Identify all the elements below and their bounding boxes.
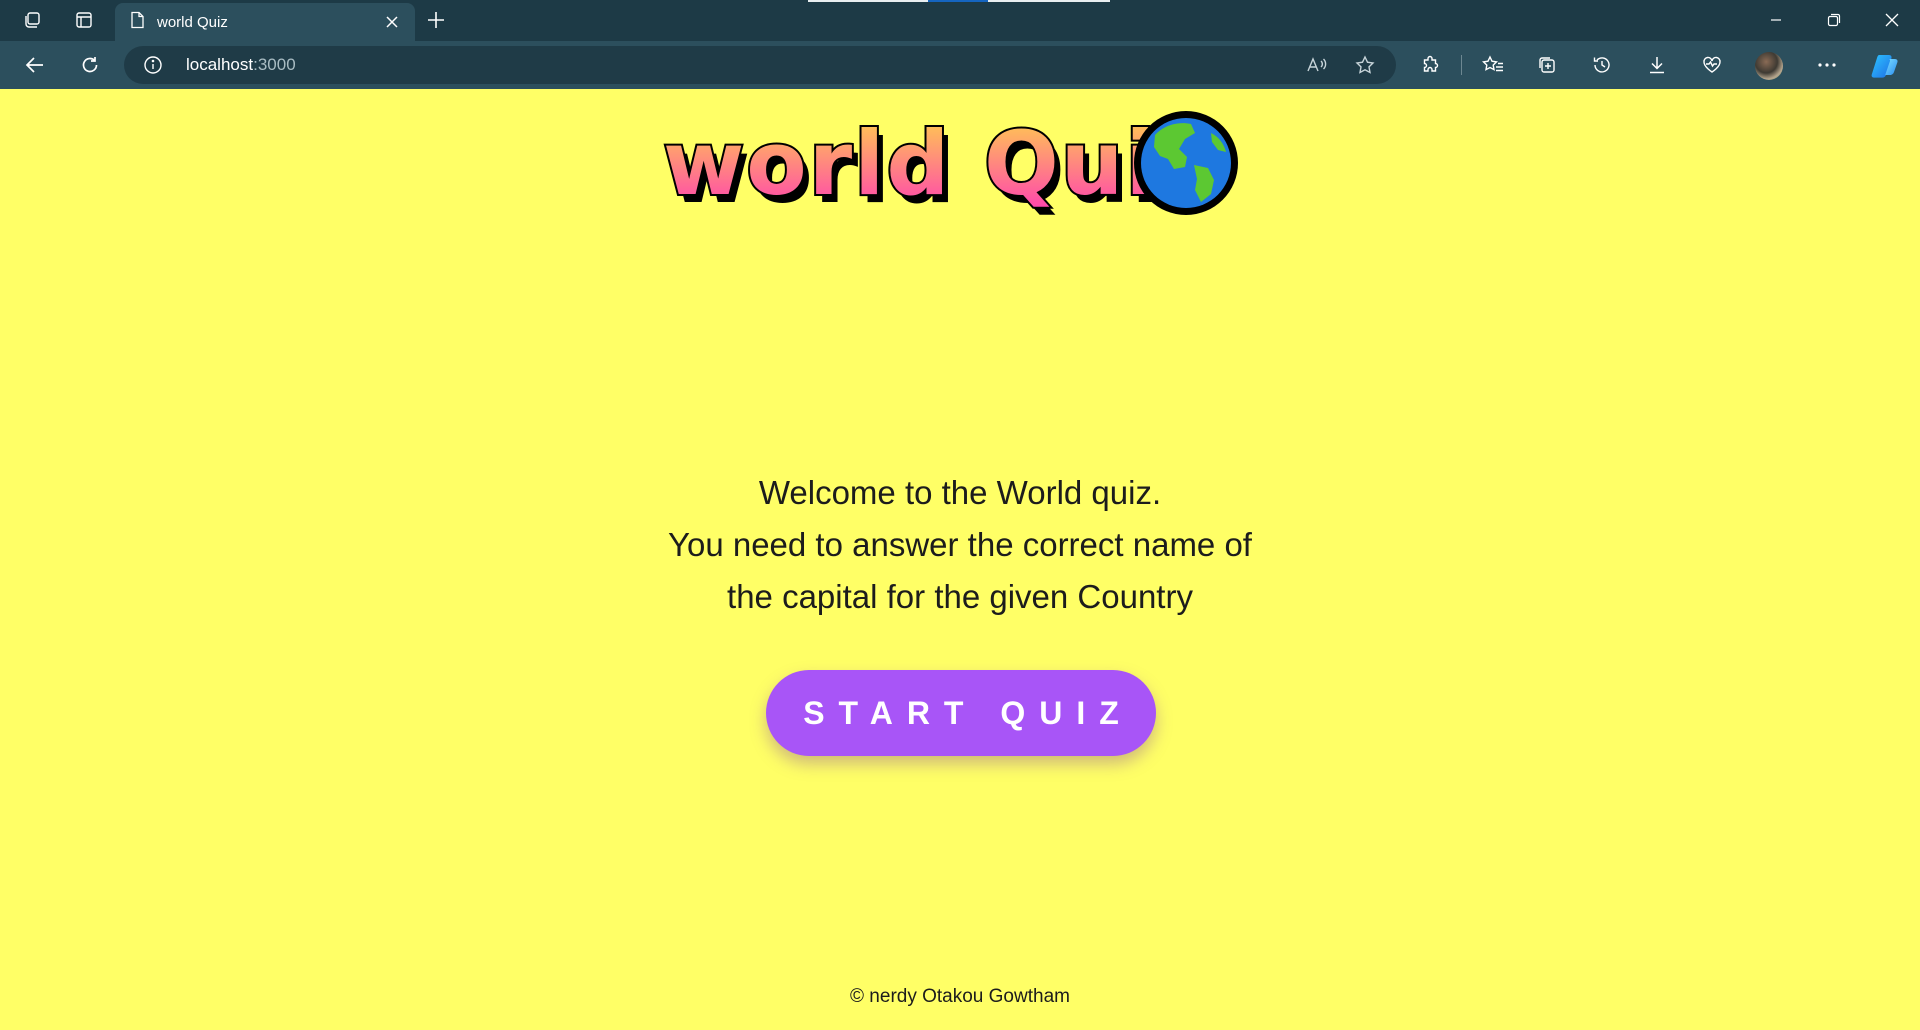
- download-icon[interactable]: [1640, 49, 1674, 81]
- browser-toolbar: localhost:3000: [0, 41, 1920, 89]
- history-icon[interactable]: [1585, 49, 1619, 81]
- title-bar: world Quiz: [0, 0, 1920, 41]
- info-icon[interactable]: [142, 54, 164, 76]
- title-marker-right: [988, 0, 1110, 2]
- address-url[interactable]: localhost:3000: [186, 55, 296, 75]
- page-icon: [129, 11, 145, 33]
- title-marker-mid: [928, 0, 988, 2]
- tab-title: world Quiz: [157, 13, 228, 31]
- star-icon[interactable]: [1350, 50, 1380, 80]
- tab-active[interactable]: world Quiz: [115, 3, 415, 41]
- start-quiz-button[interactable]: START QUIZ: [766, 670, 1156, 756]
- page-content: world Quiz world Quiz Welcome to the Wor…: [0, 89, 1920, 1030]
- welcome-line-3: the capital for the given Country: [727, 578, 1193, 615]
- toolbar-separator: [1461, 55, 1462, 75]
- welcome-line-2: You need to answer the correct name of: [668, 526, 1252, 563]
- read-aloud-icon[interactable]: [1302, 50, 1332, 80]
- favorites-icon[interactable]: [1476, 49, 1510, 81]
- address-port: :3000: [253, 55, 296, 74]
- tab-close-icon[interactable]: [381, 11, 403, 33]
- footer-credit: © nerdy Otakou Gowtham: [850, 986, 1070, 1007]
- tab-actions-icon[interactable]: [68, 6, 100, 34]
- address-host: localhost: [186, 55, 254, 74]
- refresh-icon[interactable]: [73, 49, 107, 81]
- workspaces-icon[interactable]: [16, 6, 48, 34]
- puzzle-icon[interactable]: [1413, 49, 1447, 81]
- collections-icon[interactable]: [1530, 49, 1564, 81]
- avatar[interactable]: [1755, 52, 1783, 80]
- site-logo: world Quiz world Quiz: [661, 99, 1263, 223]
- back-arrow-icon[interactable]: [18, 49, 52, 81]
- heart-pulse-icon[interactable]: [1695, 49, 1729, 81]
- close-icon[interactable]: [1864, 0, 1920, 40]
- start-quiz-label: START QUIZ: [803, 694, 1133, 731]
- restore-icon[interactable]: [1806, 0, 1862, 40]
- welcome-line-1: Welcome to the World quiz.: [758, 474, 1162, 511]
- address-bar[interactable]: localhost:3000: [124, 46, 1396, 84]
- copilot-icon[interactable]: [1870, 51, 1900, 81]
- minimize-icon[interactable]: [1748, 0, 1804, 40]
- title-marker-left: [808, 0, 928, 2]
- more-dots-icon[interactable]: [1810, 49, 1844, 81]
- globe-americas-icon: [1134, 111, 1238, 215]
- plus-icon[interactable]: [420, 6, 452, 34]
- logo-text: world Quiz: [663, 112, 1211, 215]
- welcome-message: Welcome to the World quiz. You need to a…: [560, 467, 1360, 623]
